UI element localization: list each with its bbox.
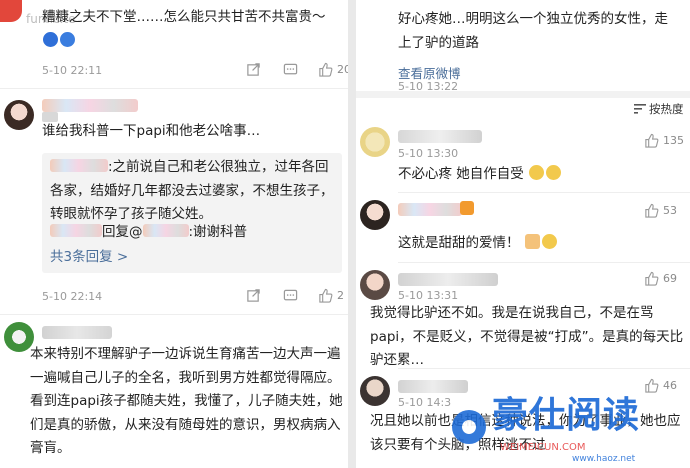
comment-text: 好心疼她…明明这么一个独立优秀的女性，走上了驴的道路 xyxy=(398,11,668,51)
emoji-icon xyxy=(541,234,557,249)
like-icon[interactable] xyxy=(644,271,659,286)
divider xyxy=(398,192,690,193)
more-replies-link[interactable]: 共3条回复 > xyxy=(50,246,128,270)
avatar[interactable] xyxy=(0,0,22,22)
section-divider xyxy=(356,91,690,98)
like-button[interactable]: 53 xyxy=(644,203,677,218)
share-icon[interactable] xyxy=(246,288,261,303)
username-blurred[interactable] xyxy=(142,224,189,237)
like-icon[interactable] xyxy=(644,203,659,218)
avatar[interactable] xyxy=(360,200,390,230)
reply-text: 回复@:谢谢科普 xyxy=(50,221,340,245)
avatar[interactable] xyxy=(360,127,390,157)
like-icon[interactable] xyxy=(318,288,333,303)
comment-icon[interactable] xyxy=(283,288,298,303)
share-icon[interactable] xyxy=(246,62,261,77)
divider xyxy=(398,262,690,263)
like-count: 46 xyxy=(663,379,677,392)
like-icon[interactable] xyxy=(318,62,333,77)
username-blurred[interactable] xyxy=(50,224,102,237)
username-blurred[interactable] xyxy=(50,159,108,172)
comment-actions: 2 xyxy=(246,288,344,303)
left-comment-panel: funnc.te 糟糠之夫不下堂……怎么能只共甘苦不共富贵～ 5-10 22:1… xyxy=(0,0,348,468)
emoji-icon xyxy=(43,31,58,47)
reply-box: :之前说自己和老公很独立，过年各回各家，结婚好几年都没去过婆家，不想生孩子，转眼… xyxy=(42,153,342,273)
reply-text: :之前说自己和老公很独立，过年各回各家，结婚好几年都没去过婆家，不想生孩子，转眼… xyxy=(50,159,334,222)
avatar[interactable] xyxy=(360,376,390,406)
like-count: 135 xyxy=(663,134,684,147)
comment-text: 这就是甜甜的爱情！ xyxy=(398,232,638,256)
like-button[interactable]: 135 xyxy=(644,133,684,148)
like-button[interactable]: 46 xyxy=(644,378,677,393)
sort-label: 按热度 xyxy=(649,102,684,116)
watermark-brand: 豪仕阅读 xyxy=(492,395,641,436)
like-icon[interactable] xyxy=(644,133,659,148)
comment-text: 不必心疼 她自作自受 xyxy=(398,163,638,187)
watermark-logo xyxy=(452,410,486,444)
comment-time: 5-10 14:3 xyxy=(398,396,452,409)
like-button[interactable]: 69 xyxy=(644,271,677,286)
sort-icon xyxy=(634,104,646,114)
comment-text: 我觉得比驴还不如。我是在说我自己，不是在骂papi，不是贬义，不觉得是被“打成”… xyxy=(370,305,684,368)
username-blurred[interactable] xyxy=(398,203,462,216)
avatar[interactable] xyxy=(4,100,34,130)
emoji-icon xyxy=(60,31,75,47)
badge-icon xyxy=(460,201,474,215)
right-comment-panel: 好心疼她…明明这么一个独立优秀的女性，走上了驴的道路 查看原微博 5-10 13… xyxy=(356,0,690,468)
comment-time: 5-10 13:30 xyxy=(398,147,459,160)
username-blurred[interactable] xyxy=(42,99,138,112)
like-count: 2 xyxy=(337,289,344,302)
comment-time: 5-10 22:11 xyxy=(42,64,103,77)
divider xyxy=(0,88,348,89)
comment-actions: 20 xyxy=(246,62,348,77)
emoji-icon xyxy=(546,165,562,180)
site-watermark: 豪仕阅读 WEIMEICUN.COM www.haoz.net xyxy=(452,392,688,468)
like-icon[interactable] xyxy=(644,378,659,393)
comment-text: 本来特别不理解驴子一边诉说生育痛苦一边大声一遍一遍喊自己儿子的全名，我听到男方姓… xyxy=(30,346,343,456)
sort-toggle[interactable]: 按热度 xyxy=(634,101,684,117)
comment-time: 5-10 22:14 xyxy=(42,290,103,303)
comment-icon[interactable] xyxy=(283,62,298,77)
divider xyxy=(0,314,348,315)
comment-time: 5-10 13:31 xyxy=(398,289,459,302)
comment-text: 谁给我科普一下papi和他老公啥事… xyxy=(42,123,261,139)
like-count: 69 xyxy=(663,272,677,285)
username-blurred[interactable] xyxy=(398,273,498,286)
like-count: 20 xyxy=(337,63,348,76)
username-blurred[interactable] xyxy=(398,130,482,143)
comment-text: 糟糠之夫不下堂……怎么能只共甘苦不共富贵～ xyxy=(42,6,342,53)
username-blurred[interactable] xyxy=(42,326,112,339)
avatar[interactable] xyxy=(360,270,390,300)
divider xyxy=(398,368,690,369)
watermark-url: WEIMEICUN.COM xyxy=(500,442,586,453)
emoji-icon xyxy=(529,165,545,180)
emoji-icon xyxy=(524,234,540,249)
watermark-url: www.haoz.net xyxy=(572,454,636,464)
like-count: 53 xyxy=(663,204,677,217)
